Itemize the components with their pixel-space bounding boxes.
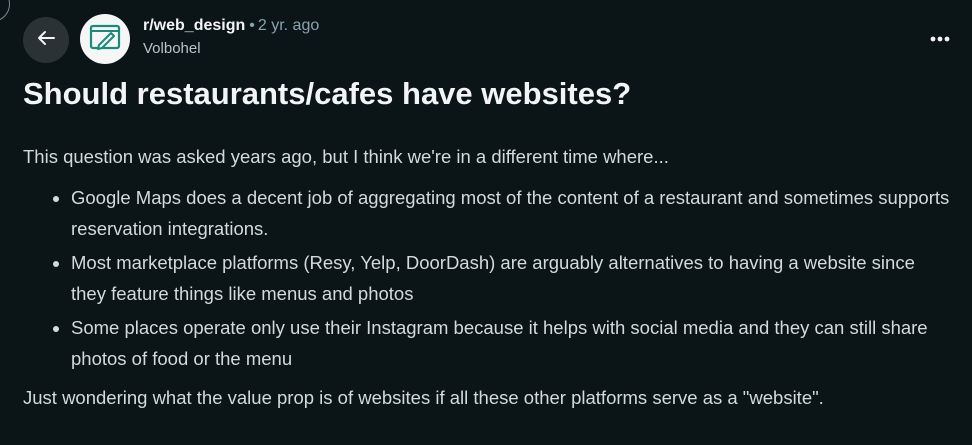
more-horizontal-icon bbox=[929, 30, 951, 48]
post-meta: r/web_design • 2 yr. ago Volbohel bbox=[143, 16, 319, 59]
post-closing: Just wondering what the value prop is of… bbox=[23, 387, 824, 408]
subreddit-link[interactable]: r/web_design bbox=[143, 17, 245, 34]
post-intro: This question was asked years ago, but I… bbox=[23, 146, 669, 167]
more-options-button[interactable] bbox=[925, 24, 955, 54]
post-title: Should restaurants/cafes have websites? bbox=[23, 76, 632, 111]
post-meta-row: r/web_design • 2 yr. ago bbox=[143, 16, 319, 36]
subreddit-avatar[interactable] bbox=[80, 14, 130, 64]
post-page: r/web_design • 2 yr. ago Volbohel Should r… bbox=[0, 0, 972, 445]
post-age: 2 yr. ago bbox=[257, 17, 320, 34]
list-item: Most marketplace platforms (Resy, Yelp, … bbox=[71, 247, 953, 309]
edge-circle-fragment bbox=[0, 0, 10, 22]
meta-separator: • bbox=[249, 17, 255, 34]
post-body: This question was asked years ago, but I… bbox=[23, 141, 953, 414]
bullet-list: Google Maps does a decent job of aggrega… bbox=[23, 182, 953, 374]
author-link[interactable]: Volbohel bbox=[143, 39, 319, 59]
back-button[interactable] bbox=[23, 17, 69, 63]
arrow-left-icon bbox=[35, 27, 57, 54]
list-item: Google Maps does a decent job of aggrega… bbox=[71, 182, 953, 244]
list-item: Some places operate only use their Insta… bbox=[71, 312, 953, 374]
subreddit-avatar-icon bbox=[87, 19, 123, 60]
